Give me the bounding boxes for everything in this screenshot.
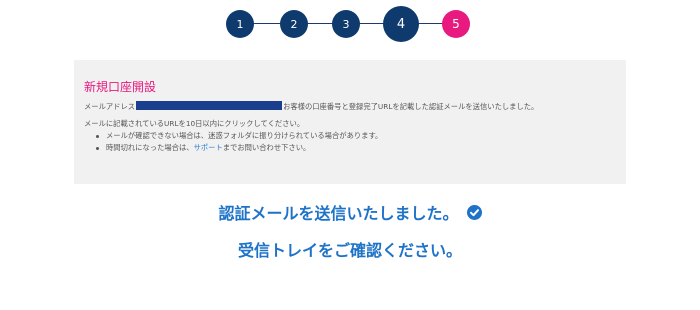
progress-stepper: 1 2 3 4 5 <box>226 6 472 42</box>
support-link[interactable]: サポート <box>194 143 223 152</box>
sent-message: 認証メールを送信いたしました。 <box>218 204 459 223</box>
step-2: 2 <box>280 10 308 38</box>
step-5: 5 <box>442 10 470 38</box>
email-sent-text: お客様の口座番号と登録完了URLを記載した認証メールを送信いたしました。 <box>283 102 539 111</box>
bullet-icon <box>96 135 99 138</box>
list-item: 時間切れになった場合は、サポートまでお問い合わせ下さい。 <box>96 142 616 154</box>
expiry-note: メールに記載されているURLを10日以内にクリックしてください。 <box>84 119 305 128</box>
redacted-email <box>136 101 283 110</box>
email-label: メールアドレス <box>84 102 136 111</box>
spam-folder-note: メールが確認できない場合は、迷惑フォルダに振り分けられている場合があります。 <box>106 131 383 140</box>
check-circle-icon <box>466 204 482 220</box>
step-3: 3 <box>332 10 360 38</box>
step-1: 1 <box>226 10 254 38</box>
inbox-message: 受信トレイをご確認ください。 <box>237 241 462 260</box>
notice-list: メールが確認できない場合は、迷惑フォルダに振り分けられている場合があります。 時… <box>84 130 616 154</box>
email-sent-notice: メールアドレス お客様の口座番号と登録完了URLを記載した認証メールを送信いたしま… <box>84 101 616 113</box>
timeout-note-prefix: 時間切れになった場合は、 <box>106 143 194 152</box>
account-opening-panel: 新規口座開設 メールアドレス お客様の口座番号と登録完了URLを記載した認証メール… <box>74 60 626 184</box>
bullet-icon <box>96 147 99 150</box>
panel-title: 新規口座開設 <box>84 80 157 94</box>
timeout-note-suffix: までお問い合わせ下さい。 <box>222 143 311 152</box>
list-item: メールが確認できない場合は、迷惑フォルダに振り分けられている場合があります。 <box>96 130 616 142</box>
step-4-current: 4 <box>383 6 419 42</box>
email-sent-heading: 認証メールを送信いたしました。 <box>0 200 700 224</box>
